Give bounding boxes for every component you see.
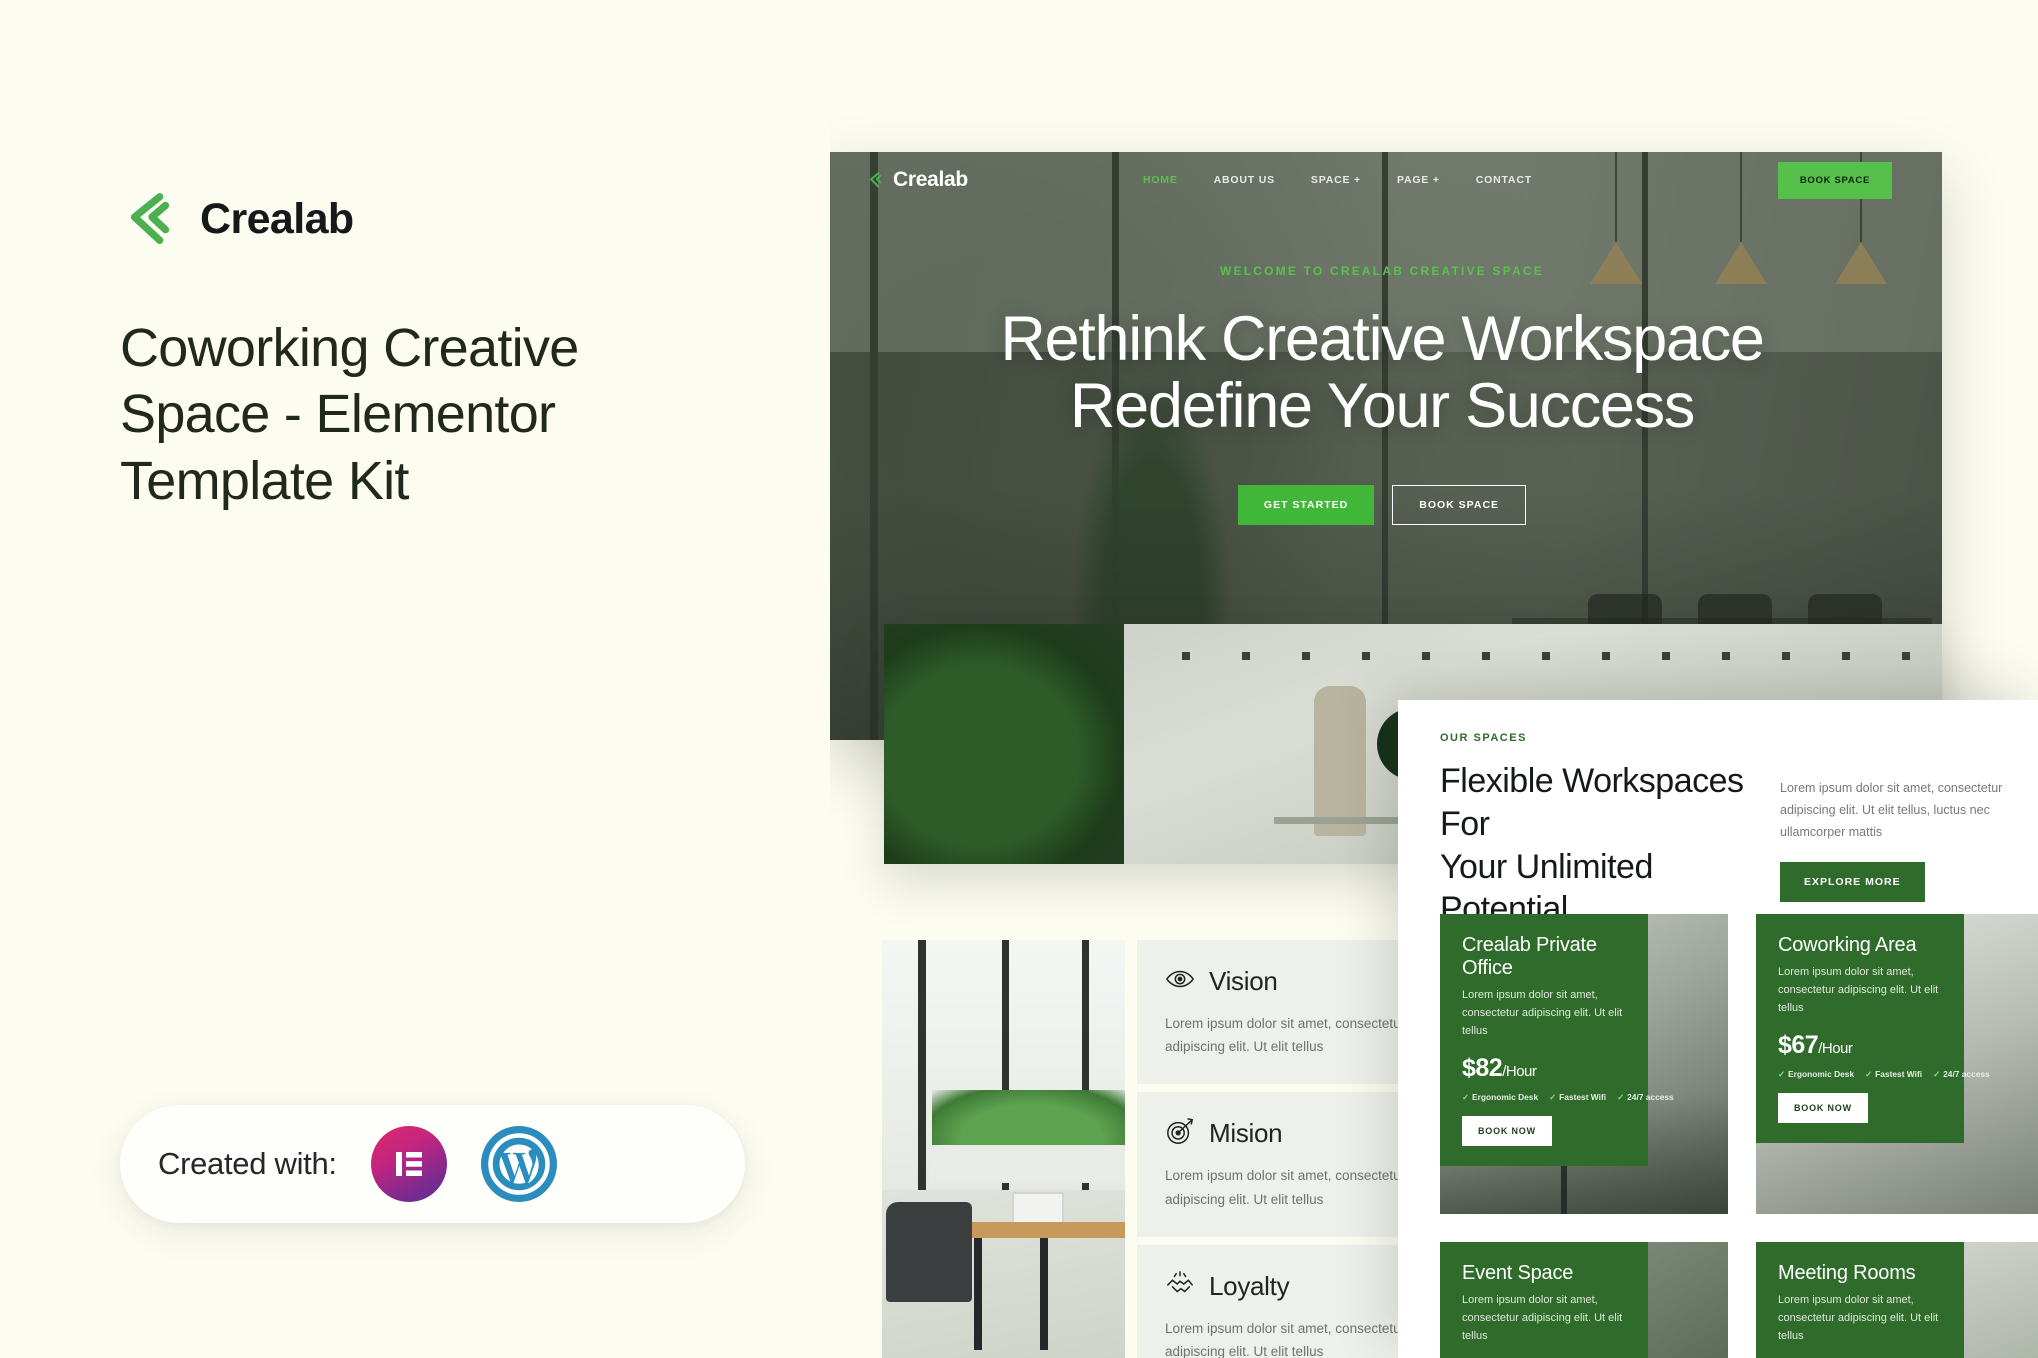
eye-icon bbox=[1165, 964, 1195, 999]
target-icon bbox=[1165, 1116, 1195, 1151]
our-spaces-section: OUR SPACES Flexible Workspaces For Your … bbox=[1398, 700, 2038, 1358]
hero-content: WELCOME TO CREALAB CREATIVE SPACE Rethin… bbox=[822, 264, 1942, 525]
site-navbar: Crealab HOME ABOUT US SPACE + PAGE + CON… bbox=[822, 152, 1942, 208]
get-started-button[interactable]: GET STARTED bbox=[1237, 484, 1375, 525]
desk-leg-decor bbox=[1040, 1238, 1048, 1350]
section-description: Lorem ipsum dolor sit amet, consectetur … bbox=[1780, 781, 2003, 839]
shelf-decor bbox=[930, 1145, 1125, 1183]
feature-item: 24/7 access bbox=[1617, 1092, 1674, 1102]
brand-name: Crealab bbox=[200, 194, 354, 243]
nav-item-about-us[interactable]: ABOUT US bbox=[1214, 174, 1275, 186]
value-card-body: Lorem ipsum dolor sit amet, consectetur … bbox=[1165, 1168, 1406, 1207]
page-title: Coworking Creative Space - Elementor Tem… bbox=[120, 318, 579, 511]
space-card-title: Meeting Rooms bbox=[1778, 1262, 1916, 1284]
section-side-block: Lorem ipsum dolor sit amet, consectetur … bbox=[1780, 778, 2038, 902]
nav-item-page[interactable]: PAGE + bbox=[1397, 174, 1440, 186]
hero-heading: Rethink Creative Workspace Redefine Your… bbox=[822, 304, 1942, 442]
section-eyebrow: OUR SPACES bbox=[1440, 732, 1527, 744]
space-card-title: Event Space bbox=[1462, 1262, 1574, 1284]
book-now-button[interactable]: BOOK NOW bbox=[1462, 1116, 1552, 1147]
nav-item-home[interactable]: HOME bbox=[1143, 174, 1178, 186]
space-card-title: Crealab Private Office bbox=[1462, 934, 1597, 979]
space-card-meeting-rooms[interactable]: Meeting Rooms Lorem ipsum dolor sit amet… bbox=[1756, 1242, 2038, 1358]
book-space-button[interactable]: BOOK SPACE bbox=[1392, 484, 1527, 525]
nav-item-contact[interactable]: CONTACT bbox=[1476, 174, 1532, 186]
value-card-title: Loyalty bbox=[1209, 1270, 1290, 1301]
space-card-features: Ergonomic Desk Fastest Wifi 24/7 access bbox=[1778, 1069, 1990, 1079]
feature-item: 24/7 access bbox=[1933, 1069, 1990, 1079]
crealab-c-logo-icon bbox=[866, 170, 886, 190]
office-chair-decor bbox=[886, 1202, 972, 1302]
feature-item: Ergonomic Desk bbox=[1778, 1069, 1854, 1079]
brand-lockup: Crealab bbox=[120, 188, 354, 250]
navbar-logo[interactable]: Crealab bbox=[866, 168, 968, 192]
hero-heading-line-2: Redefine Your Success bbox=[1069, 371, 1695, 442]
nav-item-space[interactable]: SPACE + bbox=[1311, 174, 1361, 186]
space-card-features: Ergonomic Desk Fastest Wifi 24/7 access bbox=[1462, 1092, 1674, 1102]
hero-cta-group: GET STARTED BOOK SPACE bbox=[822, 484, 1942, 525]
feature-item: Fastest Wifi bbox=[1549, 1092, 1606, 1102]
feature-item: Ergonomic Desk bbox=[1462, 1092, 1538, 1102]
created-with-label: Created with: bbox=[158, 1146, 337, 1181]
book-now-button[interactable]: BOOK NOW bbox=[1778, 1093, 1868, 1124]
space-card-description: Lorem ipsum dolor sit amet, consectetur … bbox=[1462, 1294, 1623, 1342]
crealab-c-logo-icon bbox=[120, 188, 182, 250]
space-card-private-office[interactable]: Crealab Private Office Lorem ipsum dolor… bbox=[1440, 914, 1728, 1214]
wordpress-logo-icon[interactable] bbox=[480, 1126, 557, 1202]
laptop-decor bbox=[1012, 1192, 1064, 1224]
price-amount: $67 bbox=[1778, 1031, 1819, 1060]
value-card-title: Vision bbox=[1209, 966, 1278, 996]
navbar-menu: HOME ABOUT US SPACE + PAGE + CONTACT bbox=[1143, 174, 1532, 186]
space-card-description: Lorem ipsum dolor sit amet, consectetur … bbox=[1462, 989, 1623, 1037]
desk-decor bbox=[962, 1222, 1125, 1238]
handshake-icon bbox=[1165, 1269, 1195, 1304]
navbar-book-space-button[interactable]: BOOK SPACE bbox=[1777, 162, 1892, 199]
space-card-price: $82/Hour bbox=[1462, 1054, 1626, 1083]
elementor-logo-icon[interactable] bbox=[370, 1126, 447, 1202]
space-card-description: Lorem ipsum dolor sit amet, consectetur … bbox=[1778, 966, 1939, 1014]
space-cards-grid: Crealab Private Office Lorem ipsum dolor… bbox=[1440, 914, 2038, 1358]
value-card-body: Lorem ipsum dolor sit amet, consectetur … bbox=[1165, 1320, 1406, 1358]
space-card-coworking-area[interactable]: Coworking Area Lorem ipsum dolor sit ame… bbox=[1756, 914, 2038, 1214]
space-card-price: $67/Hour bbox=[1778, 1031, 1942, 1060]
office-desk-photo bbox=[882, 940, 1125, 1358]
value-card-title: Mision bbox=[1209, 1118, 1283, 1149]
explore-more-button[interactable]: EXPLORE MORE bbox=[1780, 861, 1925, 902]
space-card-description: Lorem ipsum dolor sit amet, consectetur … bbox=[1778, 1294, 1939, 1342]
space-cards-row: Event Space Lorem ipsum dolor sit amet, … bbox=[1440, 1242, 2038, 1358]
price-unit: /Hour bbox=[1818, 1040, 1853, 1058]
created-with-badge: Created with: bbox=[120, 1105, 745, 1223]
hero-heading-line-1: Rethink Creative Workspace bbox=[1000, 304, 1765, 374]
hero-eyebrow-text: WELCOME TO CREALAB CREATIVE SPACE bbox=[1220, 264, 1544, 278]
price-amount: $82 bbox=[1462, 1054, 1503, 1083]
price-unit: /Hour bbox=[1502, 1063, 1537, 1081]
space-card-info: Crealab Private Office Lorem ipsum dolor… bbox=[1440, 914, 1674, 1167]
section-heading: Flexible Workspaces For Your Unlimited P… bbox=[1440, 760, 1780, 931]
section-heading-line-1: Flexible Workspaces For bbox=[1440, 762, 1744, 843]
space-card-title: Coworking Area bbox=[1778, 934, 1917, 956]
space-card-info: Event Space Lorem ipsum dolor sit amet, … bbox=[1440, 1242, 1648, 1358]
person-standing-decor bbox=[1314, 686, 1366, 836]
navbar-logo-text: Crealab bbox=[893, 168, 968, 191]
feature-item: Fastest Wifi bbox=[1865, 1069, 1922, 1079]
space-card-event-space[interactable]: Event Space Lorem ipsum dolor sit amet, … bbox=[1440, 1242, 1728, 1358]
space-card-info: Coworking Area Lorem ipsum dolor sit ame… bbox=[1756, 914, 1990, 1144]
left-info-panel: Crealab Coworking Creative Space - Eleme… bbox=[0, 0, 830, 1358]
values-section: Vision Lorem ipsum dolor sit amet, conse… bbox=[882, 940, 1482, 1358]
space-card-info: Meeting Rooms Lorem ipsum dolor sit amet… bbox=[1756, 1242, 1964, 1358]
space-cards-row: Crealab Private Office Lorem ipsum dolor… bbox=[1440, 914, 2038, 1214]
desk-leg-decor bbox=[974, 1238, 982, 1350]
value-card-body: Lorem ipsum dolor sit amet, consectetur … bbox=[1165, 1016, 1406, 1055]
